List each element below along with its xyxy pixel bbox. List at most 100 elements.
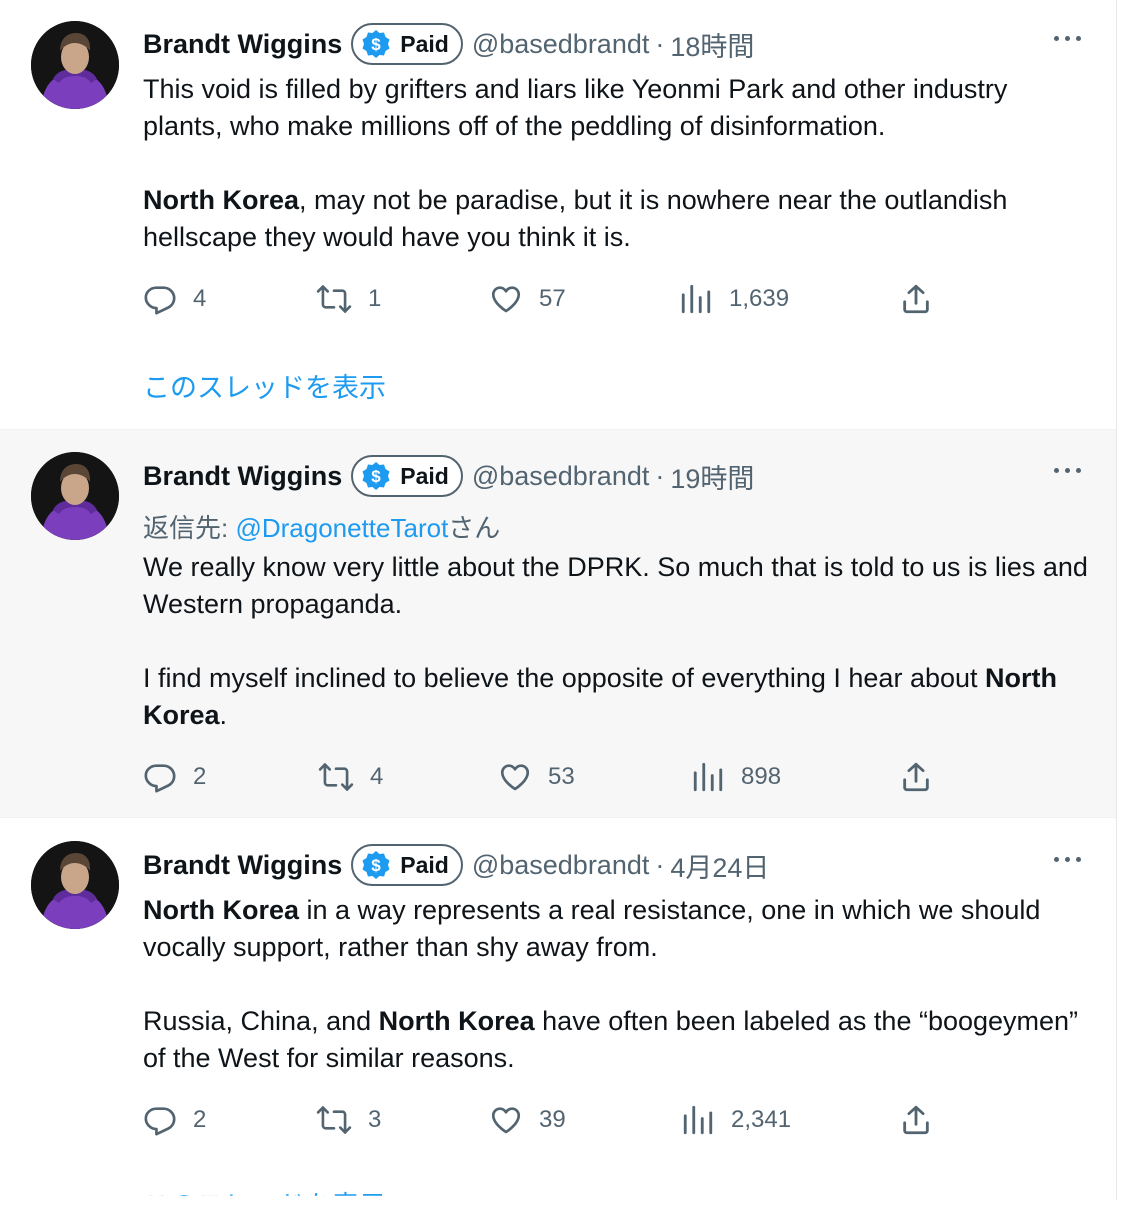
show-thread-link[interactable]: このスレッドを表示 [143,1184,386,1196]
retweet-count: 4 [370,763,384,790]
text-span: I find myself inclined to believe the op… [143,663,986,693]
tweet-paragraph: North Korea, may not be paradise, but it… [143,182,1093,256]
reply-to-prefix: 返信先: [143,513,236,543]
separator-dot: · [655,460,665,491]
like-icon [491,1107,521,1134]
svg-text:$: $ [372,856,382,875]
paid-badge-coin-icon: $ [362,851,390,879]
more-icon[interactable] [1052,857,1084,867]
separator-dot: · [655,849,665,880]
timestamp[interactable]: 19時間 [670,457,754,496]
tweet-text: We really know very little about the DPR… [143,549,1093,734]
bold-keyword: North Korea [143,895,300,925]
retweet-icon [316,1106,352,1134]
reply-to-line: 返信先: @DragonetteTarotさん [143,508,500,545]
retweet-button[interactable]: 4 [318,757,383,797]
tweet-text: North Korea in a way represents a real r… [143,892,1093,1077]
display-name[interactable]: Brandt Wiggins [143,29,342,60]
views-icon [681,284,711,314]
reply-button[interactable]: 4 [143,279,206,319]
separator-dot: · [655,28,665,59]
avatar[interactable] [31,452,119,540]
paid-badge-label: Paid [400,851,449,878]
reply-icon [144,764,176,793]
share-button[interactable] [899,757,933,797]
paid-badge-label: Paid [400,462,449,489]
views-button[interactable]: 1,639 [679,279,789,319]
tweet-paragraph: Russia, China, and North Korea have ofte… [143,1003,1093,1077]
text-span: Russia, China, and [143,1006,379,1036]
reply-count: 2 [193,763,207,790]
user-handle[interactable]: @basedbrandt [472,850,650,881]
tweet[interactable]: Brandt Wiggins $ Paid @basedbrandt · 4月2… [0,818,1116,1200]
tweet[interactable]: Brandt Wiggins $ Paid @basedbrandt · 18時… [0,0,1116,430]
svg-text:$: $ [372,467,382,486]
like-button[interactable]: 53 [498,757,575,797]
views-button[interactable]: 898 [691,757,781,797]
tweet-text: This void is filled by grifters and liar… [143,71,1093,256]
more-icon[interactable] [1052,36,1084,46]
avatar[interactable] [31,21,119,109]
bold-keyword: North Korea [378,1006,535,1036]
share-button[interactable] [899,1100,933,1140]
share-icon [903,762,929,792]
user-handle[interactable]: @basedbrandt [472,461,650,492]
more-icon[interactable] [1052,468,1084,478]
reply-icon [144,286,176,315]
timestamp[interactable]: 18時間 [670,25,754,64]
paid-badge-coin-icon: $ [362,462,390,490]
views-button[interactable]: 2,341 [681,1100,791,1140]
like-icon [500,764,530,791]
views-count: 2,341 [731,1106,792,1133]
tweet-feed: Brandt Wiggins $ Paid @basedbrandt · 18時… [0,0,1117,1200]
like-count: 39 [539,1106,566,1133]
like-button[interactable]: 39 [489,1100,566,1140]
avatar[interactable] [31,841,119,929]
like-count: 57 [539,285,566,312]
like-button[interactable]: 57 [489,279,566,319]
share-icon [903,284,929,314]
tweet-paragraph: We really know very little about the DPR… [143,549,1093,623]
display-name[interactable]: Brandt Wiggins [143,461,342,492]
like-icon [491,286,521,313]
views-icon [683,1105,713,1135]
page-margin [1117,0,1140,1200]
paid-badge[interactable]: $ Paid [351,455,463,497]
retweet-count: 3 [368,1106,382,1133]
retweet-button[interactable]: 1 [316,279,381,319]
reply-to-mention[interactable]: @DragonetteTarot [235,513,448,543]
display-name[interactable]: Brandt Wiggins [143,850,342,881]
user-handle[interactable]: @basedbrandt [472,29,650,60]
paid-badge-coin-icon: $ [362,30,390,58]
reply-button[interactable]: 2 [143,757,206,797]
retweet-icon [318,763,354,791]
share-button[interactable] [899,279,933,319]
retweet-button[interactable]: 3 [316,1100,381,1140]
bold-keyword: North Korea [143,185,300,215]
svg-text:$: $ [372,35,382,54]
text-span: . [219,700,228,730]
views-count: 898 [741,763,782,790]
tweet-paragraph: This void is filled by grifters and liar… [143,71,1093,145]
views-count: 1,639 [729,285,790,312]
retweet-icon [316,285,352,313]
text-span: We really know very little about the DPR… [143,552,1088,619]
retweet-count: 1 [368,285,382,312]
timestamp[interactable]: 4月24日 [670,846,769,885]
reply-button[interactable]: 2 [143,1100,206,1140]
tweet-header: Brandt Wiggins $ Paid @basedbrandt · 4月2… [143,844,769,886]
reply-icon [144,1107,176,1136]
paid-badge-label: Paid [400,30,449,57]
views-icon [693,762,723,792]
tweet-header: Brandt Wiggins $ Paid @basedbrandt · 18時… [143,23,754,65]
tweet-paragraph: I find myself inclined to believe the op… [143,660,1093,734]
reply-count: 4 [193,285,207,312]
show-thread-link[interactable]: このスレッドを表示 [143,366,386,405]
paid-badge[interactable]: $ Paid [351,23,463,65]
tweet[interactable]: Brandt Wiggins $ Paid @basedbrandt · 19時… [0,430,1116,818]
reply-count: 2 [193,1106,207,1133]
tweet-header: Brandt Wiggins $ Paid @basedbrandt · 19時… [143,455,754,497]
text-span: This void is filled by grifters and liar… [143,74,1008,141]
paid-badge[interactable]: $ Paid [351,844,463,886]
reply-to-suffix: さん [448,513,501,543]
